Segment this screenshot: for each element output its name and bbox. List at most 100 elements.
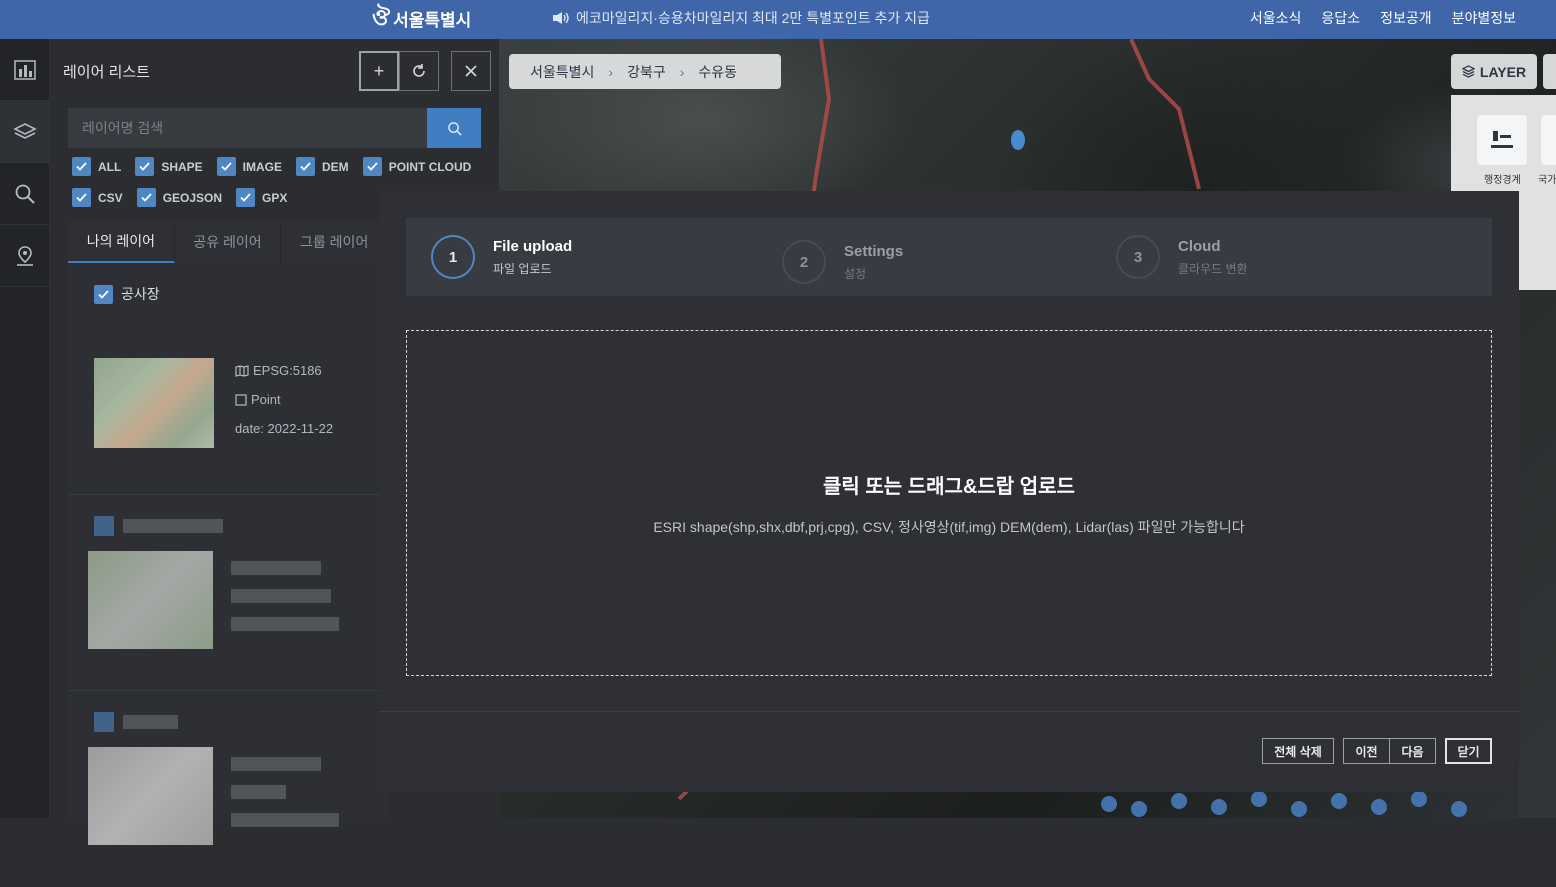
search-icon <box>447 121 462 136</box>
refresh-button[interactable] <box>399 51 439 91</box>
breadcrumb-item-dong[interactable]: 수유동 <box>698 62 737 82</box>
filter-shape[interactable]: SHAPE <box>135 157 203 176</box>
blurred-thumbnail <box>88 551 213 649</box>
chevron-right-icon: › <box>679 63 685 80</box>
blurred-meta <box>231 589 331 603</box>
notice-text: 에코마일리지·승용차마일리지 최대 2만 특별포인트 추가 지급 <box>576 10 930 26</box>
tab-shared-layers[interactable]: 공유 레이어 <box>174 221 282 263</box>
layer-button-label: LAYER <box>1479 63 1527 80</box>
notice-banner[interactable]: 에코마일리지·승용차마일리지 최대 2만 특별포인트 추가 지급 <box>552 8 930 28</box>
nav-field-info[interactable]: 분야별정보 <box>1452 8 1516 28</box>
layer-geometry: Point <box>235 392 281 407</box>
step-subtitle: 파일 업로드 <box>493 261 552 276</box>
step-title: Cloud <box>1178 237 1221 255</box>
step-number: 2 <box>782 240 826 284</box>
nav-info[interactable]: 정보공개 <box>1380 8 1432 28</box>
blurred-meta <box>231 617 339 631</box>
blurred-meta <box>231 813 339 827</box>
square-icon <box>235 393 247 406</box>
step-title: File upload <box>493 237 573 255</box>
layer-search-input[interactable] <box>68 108 427 148</box>
close-button[interactable]: 닫기 <box>1445 738 1492 764</box>
national-label: 국가 <box>1538 175 1556 186</box>
step-file-upload: 1 File upload 파일 업로드 <box>431 235 572 279</box>
rail-location-button[interactable] <box>0 225 50 287</box>
step-number: 3 <box>1116 235 1160 279</box>
checkbox-checked-icon <box>296 157 316 176</box>
layer-card-blurred[interactable] <box>68 691 388 887</box>
chevron-right-icon: › <box>608 63 614 80</box>
filter-dem[interactable]: DEM <box>296 157 349 176</box>
admin-boundary-tile[interactable] <box>1477 115 1527 165</box>
blurred-title <box>123 519 223 533</box>
filter-csv[interactable]: CSV <box>72 188 123 207</box>
filter-gpx[interactable]: GPX <box>236 188 287 207</box>
step-subtitle: 클라우드 변환 <box>1178 261 1248 276</box>
breadcrumb-item-district[interactable]: 강북구 <box>627 62 666 82</box>
tab-my-layers[interactable]: 나의 레이어 <box>68 221 175 263</box>
modal-divider <box>379 711 1519 712</box>
step-title: Settings <box>844 242 904 260</box>
layer-search <box>68 108 481 148</box>
filter-geojson[interactable]: GEOJSON <box>136 188 222 207</box>
file-dropzone[interactable]: 클릭 또는 드래그&드랍 업로드 ESRI shape(shp,shx,dbf,… <box>406 330 1492 676</box>
nav-response[interactable]: 응답소 <box>1321 8 1360 28</box>
next-button[interactable]: 다음 <box>1389 738 1436 764</box>
national-tile[interactable] <box>1541 115 1556 165</box>
map-icon <box>235 364 249 377</box>
rail-search-button[interactable] <box>0 163 50 225</box>
layer-header: 공사장 <box>94 284 160 304</box>
step-cloud: 3 Cloud 클라우드 변환 <box>1116 235 1248 279</box>
nav-news[interactable]: 서울소식 <box>1250 8 1302 28</box>
breadcrumb: 서울특별시 › 강북구 › 수유동 <box>509 54 781 89</box>
bar-chart-icon <box>14 59 36 80</box>
seoul-logo[interactable]: ঔ 서울특별시 <box>372 3 471 33</box>
layer-toggle-button[interactable]: LAYER <box>1451 54 1537 89</box>
upload-modal: 1 File upload 파일 업로드 2 Settings 설정 3 Clo… <box>379 191 1519 792</box>
rail-stats-button[interactable] <box>0 39 50 101</box>
add-layer-button[interactable]: + <box>359 51 399 91</box>
refresh-icon <box>413 64 425 77</box>
search-button[interactable] <box>427 108 481 148</box>
filter-all[interactable]: ALL <box>72 157 121 176</box>
logo-text: 서울특별시 <box>393 10 472 30</box>
plus-icon: + <box>373 60 385 81</box>
blurred-thumbnail <box>88 747 213 845</box>
location-pin-icon <box>17 245 33 266</box>
delete-all-button[interactable]: 전체 삭제 <box>1262 738 1334 764</box>
tab-group-layers[interactable]: 그룹 레이어 <box>281 221 389 263</box>
blurred-meta <box>231 757 321 771</box>
checkbox-checked-icon <box>362 157 382 176</box>
close-panel-button[interactable] <box>451 51 491 91</box>
layers-icon <box>13 122 37 139</box>
layer-card[interactable]: 공사장 EPSG:5186 Point date: 2022-11-22 <box>68 263 388 495</box>
step-subtitle: 설정 <box>844 266 867 281</box>
filter-row-1: ALL SHAPE IMAGE DEM POINT CLOUD <box>72 157 471 176</box>
map-control-button[interactable] <box>1543 54 1556 89</box>
rail-layers-button[interactable] <box>0 101 50 163</box>
layers-icon <box>1461 65 1475 78</box>
checkbox-checked-icon <box>72 188 91 207</box>
filter-row-2: CSV GEOJSON GPX <box>72 188 287 207</box>
prev-button[interactable]: 이전 <box>1343 738 1390 764</box>
checkbox-checked-icon[interactable] <box>94 284 113 304</box>
step-number: 1 <box>431 235 475 279</box>
checkbox-checked-icon <box>72 157 91 176</box>
blurred-checkbox <box>94 712 114 732</box>
close-icon <box>465 65 477 77</box>
dropzone-description: ESRI shape(shp,shx,dbf,prj,cpg), CSV, 정사… <box>653 518 1245 535</box>
breadcrumb-item-city[interactable]: 서울특별시 <box>530 62 594 82</box>
checkbox-checked-icon <box>236 188 256 207</box>
speaker-icon <box>553 12 569 24</box>
checkbox-checked-icon <box>216 157 236 176</box>
blurred-meta <box>231 785 286 799</box>
boundary-icon <box>1491 131 1513 148</box>
top-bar: ঔ 서울특별시 에코마일리지·승용차마일리지 최대 2만 특별포인트 추가 지급… <box>0 0 1556 39</box>
filter-point-cloud[interactable]: POINT CLOUD <box>362 157 471 176</box>
blurred-title <box>123 715 178 729</box>
filter-image[interactable]: IMAGE <box>216 157 282 176</box>
dropzone-title: 클릭 또는 드래그&드랍 업로드 <box>823 475 1075 498</box>
layer-date: date: 2022-11-22 <box>235 421 334 436</box>
search-icon <box>15 184 35 204</box>
layer-card-blurred[interactable] <box>68 495 388 691</box>
